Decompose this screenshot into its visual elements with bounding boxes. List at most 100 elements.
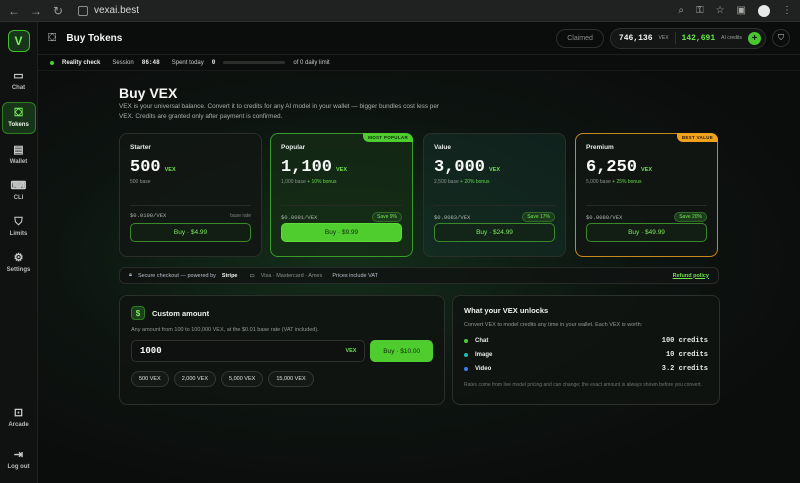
package-base: 5,000 base — [586, 179, 611, 185]
package-rate: $0.0083/VEX — [434, 213, 471, 221]
package-card-premium: BEST VALUE Premium 6,250 VEX 5,000 base +… — [575, 133, 718, 257]
custom-amount-panel: $ Custom amount Any amount from 100 to 1… — [119, 295, 445, 405]
section-heading: Buy VEX — [119, 85, 178, 101]
shield-icon: ⛉ — [14, 216, 23, 228]
reality-check-label: Reality check — [62, 59, 101, 66]
zoom-icon[interactable]: ⌕ — [678, 5, 684, 16]
unlock-label: Image — [475, 352, 493, 358]
intro-text: VEX is your universal balance. Convert i… — [119, 103, 440, 120]
daily-limit-text: of 0 daily limit — [293, 59, 330, 66]
unlock-value: 10 credits — [665, 351, 708, 359]
claimed-button[interactable]: Claimed — [556, 28, 604, 48]
secure-text: Secure checkout — powered by — [137, 272, 216, 279]
package-base: 1,000 base — [281, 179, 306, 185]
shield-button[interactable]: ⛉ — [772, 29, 790, 47]
sidebar-item-logout[interactable]: ⇥ Log out — [2, 445, 36, 475]
preset-chip[interactable]: 15,000 VEX — [268, 371, 314, 387]
shield-icon: ⛉ — [778, 33, 784, 42]
buy-premium-button[interactable]: Buy · $49.99 — [586, 223, 707, 242]
vex-unit: VEX — [658, 35, 669, 41]
sidebar-item-tokens[interactable]: ⛋ Tokens — [1, 102, 36, 134]
package-unit: VEX — [641, 167, 653, 173]
buy-popular-button[interactable]: Buy · $9.99 — [281, 223, 402, 242]
custom-amount-input[interactable]: 1000 VEX — [131, 340, 366, 362]
buy-value-button[interactable]: Buy · $24.99 — [434, 223, 555, 242]
sidebar-item-limits[interactable]: ⛉ Limits — [2, 212, 36, 242]
sidebar-item-chat[interactable]: ▭ Chat — [2, 66, 36, 96]
bag-icon: ⛋ — [14, 107, 23, 119]
package-unit: VEX — [489, 167, 501, 173]
vex-unlocks-panel: What your VEX unlocks Convert VEX to mod… — [452, 295, 720, 405]
sidebar-item-label: CLI — [13, 195, 24, 201]
daily-limit-bar — [223, 61, 286, 64]
site-info-icon[interactable] — [78, 5, 88, 16]
menu-icon[interactable]: ⋮ — [782, 5, 792, 16]
reality-check-bar: Reality check Session 86:48 Spent today … — [38, 55, 800, 71]
sidebar-item-label: Arcade — [8, 422, 29, 428]
divider — [674, 32, 676, 44]
stripe-label: Stripe — [221, 272, 238, 279]
bag-icon: ⛋ — [48, 31, 57, 44]
browser-toolbar: ← → ↻ vexai.best ⌕ ⚿ ☆ ▣ ⋮ — [0, 0, 800, 22]
panel-title: Custom amount — [152, 308, 210, 318]
star-icon[interactable]: ☆ — [716, 5, 725, 16]
buy-starter-button[interactable]: Buy · $4.99 — [130, 223, 251, 242]
profile-avatar[interactable] — [758, 4, 770, 17]
package-rate: $0.0100/VEX — [130, 212, 167, 219]
card-icon: ▭ — [249, 272, 255, 279]
preset-chip[interactable]: 2,000 VEX — [173, 371, 217, 387]
package-unit: VEX — [164, 167, 176, 173]
url-text: vexai.best — [94, 5, 140, 16]
save-badge: Save 9% — [371, 212, 402, 222]
page-title: Buy Tokens — [66, 32, 123, 44]
unlock-row-image: Image 10 credits — [464, 351, 708, 359]
amount-unit: VEX — [345, 348, 357, 354]
forward-icon[interactable]: → — [30, 4, 42, 18]
app-logo[interactable]: V — [7, 30, 30, 52]
package-amount: 1,100 — [281, 158, 333, 177]
sidebar-item-label: Chat — [11, 85, 26, 91]
back-icon[interactable]: ← — [8, 4, 20, 18]
gamepad-icon: ⊡ — [13, 407, 24, 419]
add-funds-button[interactable]: + — [748, 31, 761, 45]
sidebar-item-arcade[interactable]: ⊡ Arcade — [2, 403, 36, 433]
session-label: Session — [112, 59, 134, 66]
package-unit: VEX — [336, 167, 348, 173]
session-time: 86:48 — [141, 59, 160, 66]
sidebar-item-wallet[interactable]: ▤ Wallet — [2, 140, 36, 170]
amount-value: 1000 — [140, 346, 162, 356]
status-dot — [50, 60, 54, 65]
preset-chip[interactable]: 5,000 VEX — [221, 371, 264, 387]
sidebar-item-settings[interactable]: ⚙ Settings — [2, 248, 36, 278]
package-name: Starter — [130, 144, 151, 151]
package-name: Popular — [281, 144, 306, 151]
unlock-value: 100 credits — [661, 337, 708, 345]
preset-chip[interactable]: 500 VEX — [131, 371, 169, 387]
key-icon[interactable]: ⚿ — [696, 5, 704, 16]
unlock-row-video: Video 3.2 credits — [464, 365, 708, 373]
unlock-label: Chat — [475, 338, 489, 344]
refund-policy-link[interactable]: Refund policy — [673, 273, 709, 279]
package-tag: base rate — [230, 212, 251, 219]
reload-icon[interactable]: ↻ — [52, 4, 64, 18]
unlock-value: 3.2 credits — [661, 365, 708, 373]
extensions-icon[interactable]: ▣ — [737, 5, 746, 16]
package-name: Premium — [586, 144, 614, 151]
dollar-icon: $ — [131, 306, 145, 320]
top-bar: ⛋ Buy Tokens Claimed 746,136 VEX 142,691… — [38, 22, 800, 55]
buy-custom-button[interactable]: Buy · $10.00 — [370, 340, 433, 362]
wallet-icon: ▤ — [13, 144, 24, 156]
card-brands: Visa · Mastercard · Amex — [260, 272, 323, 279]
unlocks-footnote: Rates come from live model pricing and c… — [464, 382, 702, 388]
address-bar[interactable]: vexai.best — [78, 5, 668, 16]
unlock-row-chat: Chat 100 credits — [464, 337, 708, 345]
panel-title: What your VEX unlocks — [464, 306, 549, 315]
panel-subtitle: Convert VEX to model credits any time in… — [464, 322, 643, 328]
sidebar: V ▭ Chat ⛋ Tokens ▤ Wallet ⌨ CLI ⛉ Limit… — [0, 22, 38, 483]
sidebar-item-label: Limits — [9, 231, 28, 237]
spent-value: 0 — [211, 59, 216, 66]
lock-icon: 🔒︎ — [129, 272, 132, 278]
sidebar-item-cli[interactable]: ⌨ CLI — [2, 176, 36, 206]
panel-subtitle: Any amount from 100 to 100,000 VEX, at t… — [131, 327, 319, 333]
sidebar-item-label: Wallet — [9, 159, 28, 165]
